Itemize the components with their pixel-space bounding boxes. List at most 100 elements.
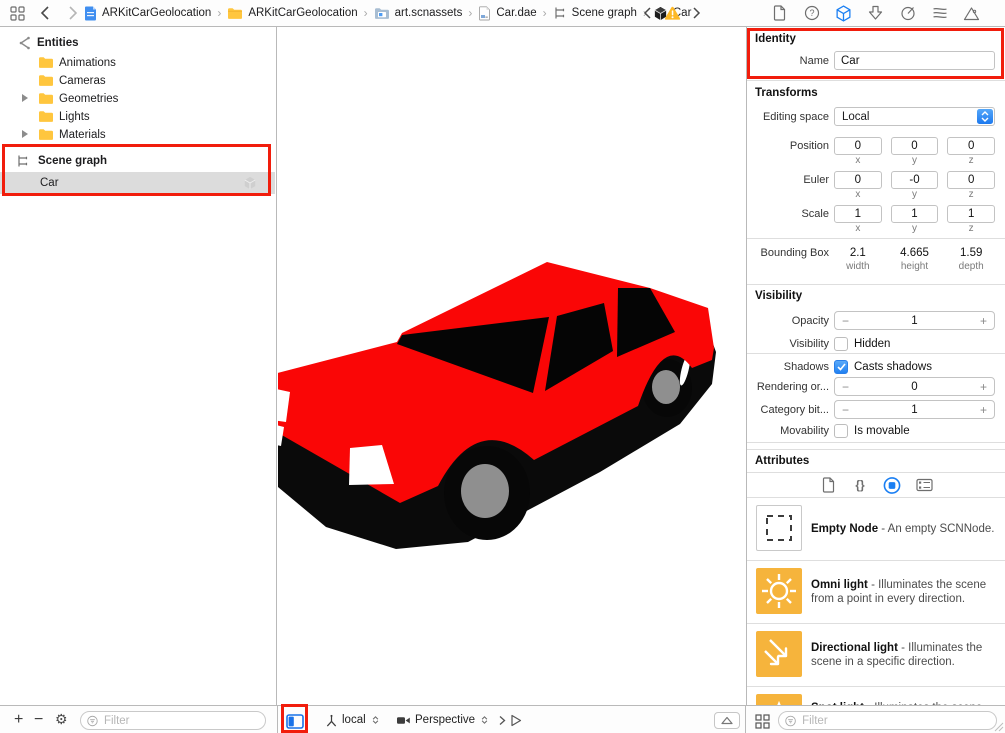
entities-filter-field[interactable] — [80, 711, 266, 730]
euler-row: Euler 0 -0 0 — [747, 170, 1005, 189]
editing-space-dropdown[interactable]: Local — [834, 107, 995, 126]
movability-row: Movability Is movable — [747, 421, 1005, 440]
stepper-arrows-icon — [481, 716, 488, 724]
library-item-omni-light[interactable]: Omni light - Illuminates the scene from … — [747, 561, 1005, 623]
quick-help-icon[interactable]: ? — [803, 4, 821, 22]
library-item-empty-node[interactable]: Empty Node - An empty SCNNode. — [747, 498, 1005, 560]
forward-chevron-icon[interactable] — [64, 4, 82, 22]
hidden-checkbox-label: Hidden — [854, 338, 890, 350]
euler-x-field[interactable]: 0 — [834, 171, 882, 189]
remove-entity-button[interactable]: − — [34, 711, 43, 729]
hidden-checkbox[interactable] — [834, 337, 848, 351]
is-movable-checkbox[interactable] — [834, 424, 848, 438]
name-field[interactable] — [834, 51, 995, 70]
disclosure-triangle-icon[interactable] — [22, 94, 28, 102]
library-item-spot-light[interactable]: Spot light - Illuminates the scene — [747, 687, 1005, 705]
library-item-directional-light[interactable]: Directional light - Illuminates the scen… — [747, 624, 1005, 686]
sidebar-item-geometries[interactable]: Geometries — [0, 89, 275, 108]
bottom-toolbar: + − ⚙ local Perspective — [0, 705, 1005, 733]
jump-bar: ARKitCarGeolocation › ARKitCarGeolocatio… — [0, 0, 1005, 27]
breadcrumb-separator: › — [468, 6, 472, 20]
bounding-box-row: Bounding Box 2.1 4.665 1.59 — [747, 246, 1005, 260]
divider — [747, 284, 1005, 285]
bounding-box-depth: 1.59 — [947, 247, 995, 259]
scale-z-field[interactable]: 1 — [947, 205, 995, 223]
play-animation-icon[interactable] — [510, 714, 522, 727]
position-x-field[interactable]: 0 — [834, 137, 882, 155]
divider — [747, 238, 1005, 239]
sidebar-item-animations[interactable]: Animations — [0, 53, 275, 72]
library-snippets-tab-icon[interactable]: {} — [851, 476, 869, 494]
materials-inspector-icon[interactable] — [899, 4, 917, 22]
name-label: Name — [747, 55, 829, 67]
scale-axis-labels: x y z — [747, 223, 1005, 233]
related-items-icon[interactable] — [8, 4, 26, 22]
position-z-field[interactable]: 0 — [947, 137, 995, 155]
physics-inspector-icon[interactable] — [931, 4, 949, 22]
breadcrumb-separator: › — [364, 6, 368, 20]
gear-icon[interactable]: ⚙ — [55, 711, 68, 728]
scene-3d-viewport[interactable] — [278, 27, 745, 705]
file-inspector-icon[interactable] — [771, 4, 789, 22]
car-front-wheel — [444, 446, 530, 540]
library-grid-icon[interactable] — [753, 712, 771, 730]
divider — [747, 449, 1005, 450]
breadcrumb-item-group[interactable]: ARKitCarGeolocation — [227, 7, 357, 20]
category-bitmask-stepper[interactable]: − 1 + — [834, 400, 995, 419]
previous-issue-icon[interactable] — [638, 4, 656, 22]
filter-icon — [87, 715, 98, 727]
filter-icon — [785, 715, 796, 727]
scale-y-field[interactable]: 1 — [891, 205, 939, 223]
bounding-box-label: Bounding Box — [747, 247, 829, 259]
attributes-inspector-icon[interactable] — [867, 4, 885, 22]
assets-folder-icon — [374, 7, 390, 20]
divider — [747, 353, 1005, 354]
scene-inspector-icon[interactable] — [963, 4, 981, 22]
orientation-control[interactable]: local — [325, 706, 379, 733]
category-bitmask-label: Category bit... — [747, 404, 829, 416]
sidebar-item-materials[interactable]: Materials — [0, 125, 275, 144]
disclosure-triangle-icon[interactable] — [22, 130, 28, 138]
shadows-label: Shadows — [747, 361, 829, 373]
library-media-tab-icon[interactable] — [915, 476, 933, 494]
breadcrumb-item-scene-graph[interactable]: Scene graph — [553, 6, 637, 20]
library-filter-field[interactable] — [778, 711, 997, 730]
back-chevron-icon[interactable] — [36, 4, 54, 22]
breadcrumb-item-project[interactable]: ARKitCarGeolocation — [84, 6, 211, 21]
scale-label: Scale — [747, 208, 829, 220]
camera-control[interactable]: Perspective — [396, 706, 522, 733]
divider — [745, 706, 746, 733]
sidebar-item-lights[interactable]: Lights — [0, 107, 275, 126]
add-entity-button[interactable]: + — [14, 711, 23, 729]
scale-x-field[interactable]: 1 — [834, 205, 882, 223]
library-objects-tab-icon[interactable] — [883, 476, 901, 494]
node-inspector-panel: Identity Name Transforms Editing space L… — [746, 27, 1005, 705]
breadcrumb-item-file[interactable]: Car.dae — [478, 6, 536, 21]
name-input[interactable] — [841, 55, 988, 67]
collapse-library-button[interactable] — [714, 712, 740, 729]
next-issue-icon[interactable] — [688, 4, 706, 22]
folder-icon — [38, 74, 54, 87]
opacity-row: Opacity − 1 + — [747, 311, 1005, 330]
chevron-right-icon[interactable] — [498, 715, 506, 726]
euler-y-field[interactable]: -0 — [891, 171, 939, 189]
node-inspector-icon[interactable] — [835, 4, 853, 22]
overlay-panel-toggle-icon[interactable] — [286, 712, 304, 730]
position-row: Position 0 0 0 — [747, 136, 1005, 155]
entities-header[interactable]: Entities — [0, 33, 275, 52]
opacity-stepper[interactable]: − 1 + — [834, 311, 995, 330]
sidebar-item-cameras[interactable]: Cameras — [0, 71, 275, 90]
scene-graph-header[interactable]: Scene graph — [0, 151, 275, 170]
casts-shadows-checkbox[interactable] — [834, 360, 848, 374]
warning-icon[interactable] — [663, 4, 681, 22]
car-3d-model — [278, 260, 745, 570]
resize-grip-icon[interactable] — [994, 722, 1004, 732]
library-filter-input[interactable] — [800, 714, 990, 728]
position-y-field[interactable]: 0 — [891, 137, 939, 155]
rendering-order-stepper[interactable]: − 0 + — [834, 377, 995, 396]
breadcrumb-item-scnassets[interactable]: art.scnassets — [374, 7, 463, 20]
euler-z-field[interactable]: 0 — [947, 171, 995, 189]
scene-node-row-car[interactable]: Car — [0, 172, 275, 194]
entities-filter-input[interactable] — [102, 714, 259, 728]
library-file-tab-icon[interactable] — [819, 476, 837, 494]
